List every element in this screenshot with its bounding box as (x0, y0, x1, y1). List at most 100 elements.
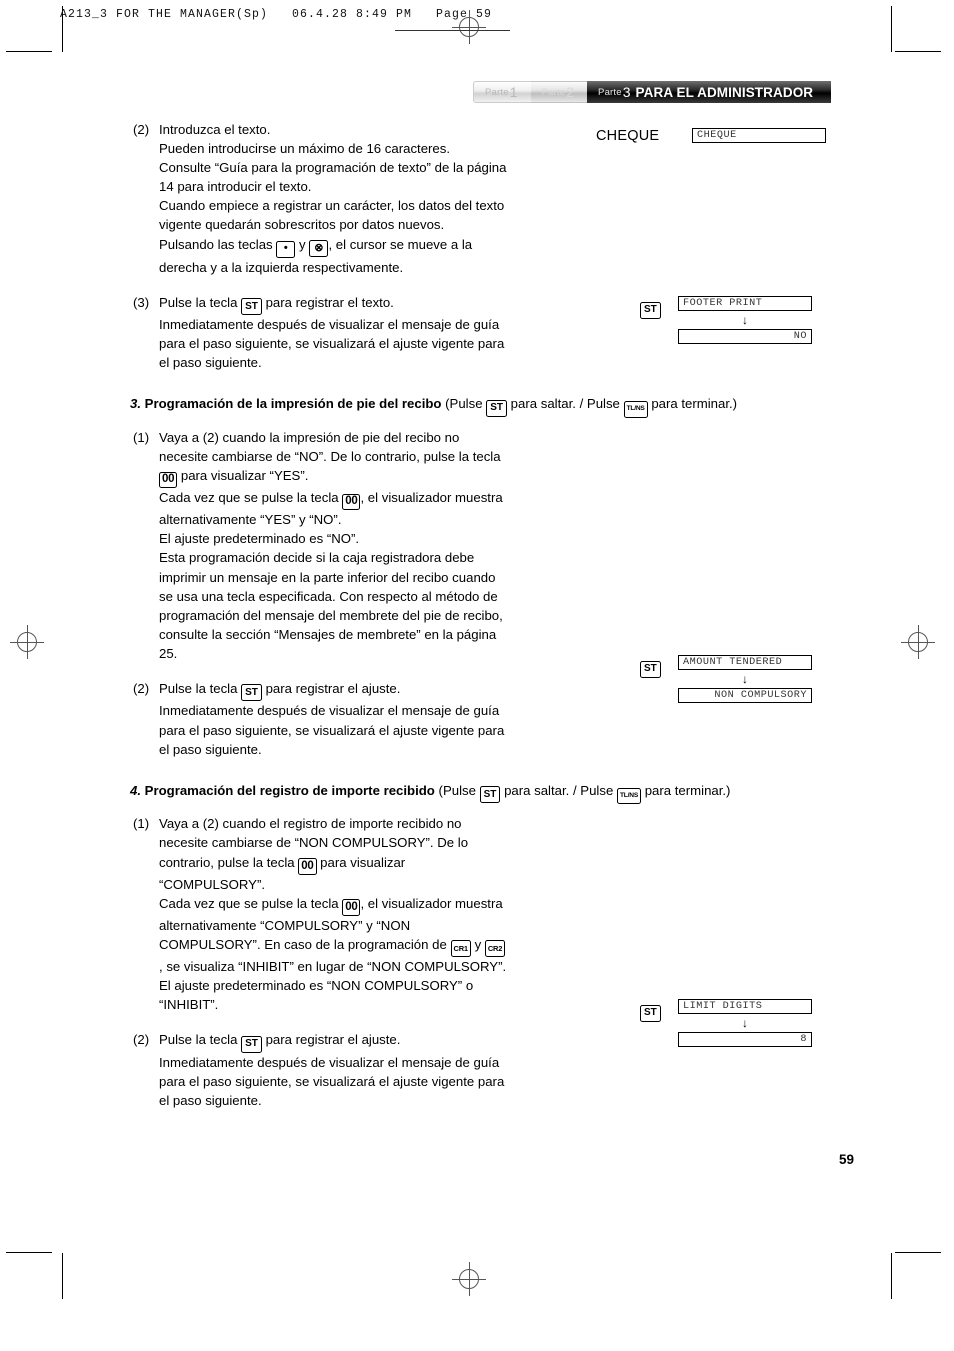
cr1-key-icon[interactable]: CR1 (450, 940, 471, 957)
crop-mark-bottom-left-horizontal (6, 1252, 52, 1253)
section-4-number: 4. (130, 782, 141, 798)
step2-marker: (2) (133, 122, 150, 137)
breadcrumb-parte1-number: 1 (509, 84, 518, 100)
crop-mark-top-left-horizontal (6, 51, 52, 52)
section-4-paren: (Pulse (438, 782, 476, 798)
multiply-key-icon[interactable]: ⊗ (309, 240, 329, 258)
section4-item2-marker: (2) (133, 1032, 150, 1047)
step3-marker: (3) (133, 294, 150, 310)
section-3-title: Programación de la impresión de pie del … (144, 396, 442, 412)
section4-item2-note: Inmediatamente después de visualizar el … (159, 1054, 505, 1108)
section-4-title: Programación del registro de importe rec… (144, 782, 435, 798)
section4-item1-p3: El ajuste predeterminado es “NON COMPULS… (159, 977, 474, 1012)
section-4-finish-text: para terminar.) (644, 782, 731, 798)
amount-tendered-display-bottom: NON COMPULSORY (678, 688, 812, 703)
zero-zero-key-icon[interactable]: 00 (342, 899, 361, 916)
step2-line2: Pueden introducirse un máximo de 16 cara… (159, 141, 451, 157)
diagram-limit-digits: ST LIMIT DIGITS ↓ 8 (640, 999, 812, 1047)
zero-zero-key-icon[interactable]: 00 (298, 858, 317, 875)
section4-item1-p2a: Cada vez que se pulse la tecla (159, 895, 339, 911)
section3-item2-note: Inmediatamente después de visualizar el … (159, 703, 505, 757)
breadcrumb-parte3-title: PARA EL ADMINISTRADOR (635, 84, 814, 100)
diagram-cheque: CHEQUE CHEQUE (596, 128, 826, 144)
section-3-finish-text: para terminar.) (651, 396, 738, 412)
tlns-key-icon[interactable]: TL/NS (623, 401, 648, 419)
cheque-display: CHEQUE (692, 128, 826, 143)
section-3-skip-text: para saltar. / Pulse (510, 396, 620, 412)
zero-zero-key-icon[interactable]: 00 (342, 493, 361, 511)
crop-mark-top-right-horizontal (895, 51, 941, 52)
st-key-icon[interactable]: ST (486, 399, 507, 417)
st-key-icon[interactable]: ST (241, 684, 262, 702)
down-arrow-icon: ↓ (742, 1016, 748, 1030)
diagram-amount-tendered: ST AMOUNT TENDERED ↓ NON COMPULSORY (640, 655, 812, 703)
step2-line5-prefix: Pulsando las teclas (159, 236, 273, 252)
zero-zero-key-icon[interactable]: 00 (159, 471, 178, 489)
breadcrumb-item-parte2[interactable]: Parte 2 (530, 81, 588, 103)
step2-line4: Cuando empiece a registrar un carácter, … (159, 198, 505, 233)
breadcrumb-parte2-number: 2 (566, 84, 575, 100)
step3-note: Inmediatamente después de visualizar el … (159, 317, 505, 371)
section3-item1-marker: (1) (133, 430, 150, 446)
section3-item1-p2a: Cada vez que se pulse la tecla (159, 490, 339, 506)
registration-mark-right (901, 625, 935, 659)
proof-header-text: A213_3 FOR THE MANAGER(Sp) 06.4.28 8:49 … (60, 8, 493, 21)
step2-line5-conj: y (298, 236, 306, 252)
breadcrumb-parte2-prefix: Parte (541, 86, 566, 98)
step2-line3: Consulte “Guía para la programación de t… (159, 160, 507, 195)
breadcrumb-parte3-number: 3 (622, 84, 631, 100)
section3-item1-p4: Esta programación decide si la caja regi… (159, 550, 503, 661)
tlns-key-icon[interactable]: TL/NS (616, 787, 642, 805)
section-4-heading: 4. Programación del registro de importe … (130, 781, 730, 805)
section3-item1-p3: El ajuste predeterminado es “NO”. (159, 531, 360, 547)
registration-mark-left (10, 625, 44, 659)
crop-mark-bottom-right-horizontal (895, 1252, 941, 1253)
section4-item1-marker: (1) (133, 816, 150, 832)
body-text-column: (2) Introduzca el texto. Pueden introduc… (130, 120, 737, 1110)
breadcrumb-parte3-prefix: Parte (598, 86, 622, 98)
section3-item2-prefix: Pulse la tecla (159, 680, 238, 696)
section3-item1-p1a: Vaya a (2) cuando la impresión de pie de… (159, 430, 501, 465)
section-4-skip-text: para saltar. / Pulse (504, 782, 614, 798)
dot-key-icon[interactable]: • (276, 240, 296, 258)
section-3-paren: (Pulse (445, 396, 483, 412)
crop-mark-top-right-vertical (891, 6, 892, 52)
footer-print-display-top: FOOTER PRINT (678, 296, 812, 311)
crop-mark-bottom-right-vertical (891, 1253, 892, 1299)
page-number: 59 (838, 1152, 854, 1167)
cheque-label: CHEQUE (596, 128, 660, 144)
step3-prefix: Pulse la tecla (159, 294, 238, 310)
crop-mark-bottom-left-vertical (62, 1253, 63, 1299)
step2-line1: Introduzca el texto. (159, 122, 271, 137)
section3-item2-marker: (2) (133, 680, 150, 696)
section4-item1-p2c: y (474, 936, 482, 952)
st-key-icon[interactable]: ST (640, 660, 661, 678)
breadcrumb-item-parte3-active[interactable]: Parte 3 PARA EL ADMINISTRADOR (587, 81, 832, 103)
footer-print-display-bottom: NO (678, 329, 812, 344)
paragraph-step3: (3) Pulse la tecla ST para registrar el … (133, 293, 508, 373)
breadcrumb: Parte 1 Parte 2 Parte 3 PARA EL ADMINIST… (473, 81, 832, 103)
st-key-icon[interactable]: ST (479, 786, 501, 804)
registration-mark-bottom (452, 1262, 486, 1296)
limit-digits-display-bottom: 8 (678, 1032, 812, 1047)
limit-digits-display-top: LIMIT DIGITS (678, 999, 812, 1014)
st-key-icon[interactable]: ST (241, 298, 262, 316)
st-key-icon[interactable]: ST (640, 301, 661, 319)
st-key-icon[interactable]: ST (241, 1035, 262, 1053)
paragraph-section3-item1: (1) Vaya a (2) cuando la impresión de pi… (133, 428, 508, 663)
section4-item2-suffix: para registrar el ajuste. (265, 1032, 401, 1047)
paragraph-step2: (2) Introduzca el texto. Pueden introduc… (133, 120, 508, 277)
paragraph-section4-item1: (1) Vaya a (2) cuando el registro de imp… (133, 814, 508, 1014)
amount-tendered-display-top: AMOUNT TENDERED (678, 655, 812, 670)
paragraph-section3-item2: (2) Pulse la tecla ST para registrar el … (133, 679, 508, 759)
section4-item2-prefix: Pulse la tecla (159, 1032, 238, 1047)
breadcrumb-item-parte1[interactable]: Parte 1 (473, 81, 531, 103)
section4-item1-p2d: , se visualiza “INHIBIT” en lugar de “NO… (159, 958, 507, 974)
breadcrumb-parte1-prefix: Parte (485, 86, 509, 98)
cr2-key-icon[interactable]: CR2 (484, 940, 506, 957)
st-key-icon[interactable]: ST (640, 1004, 661, 1022)
section3-item2-suffix: para registrar el ajuste. (265, 680, 401, 696)
paragraph-section4-item2: (2) Pulse la tecla ST para registrar el … (133, 1030, 508, 1110)
section-3-number: 3. (130, 396, 141, 412)
diagram-footer-print: ST FOOTER PRINT ↓ NO (640, 296, 812, 344)
